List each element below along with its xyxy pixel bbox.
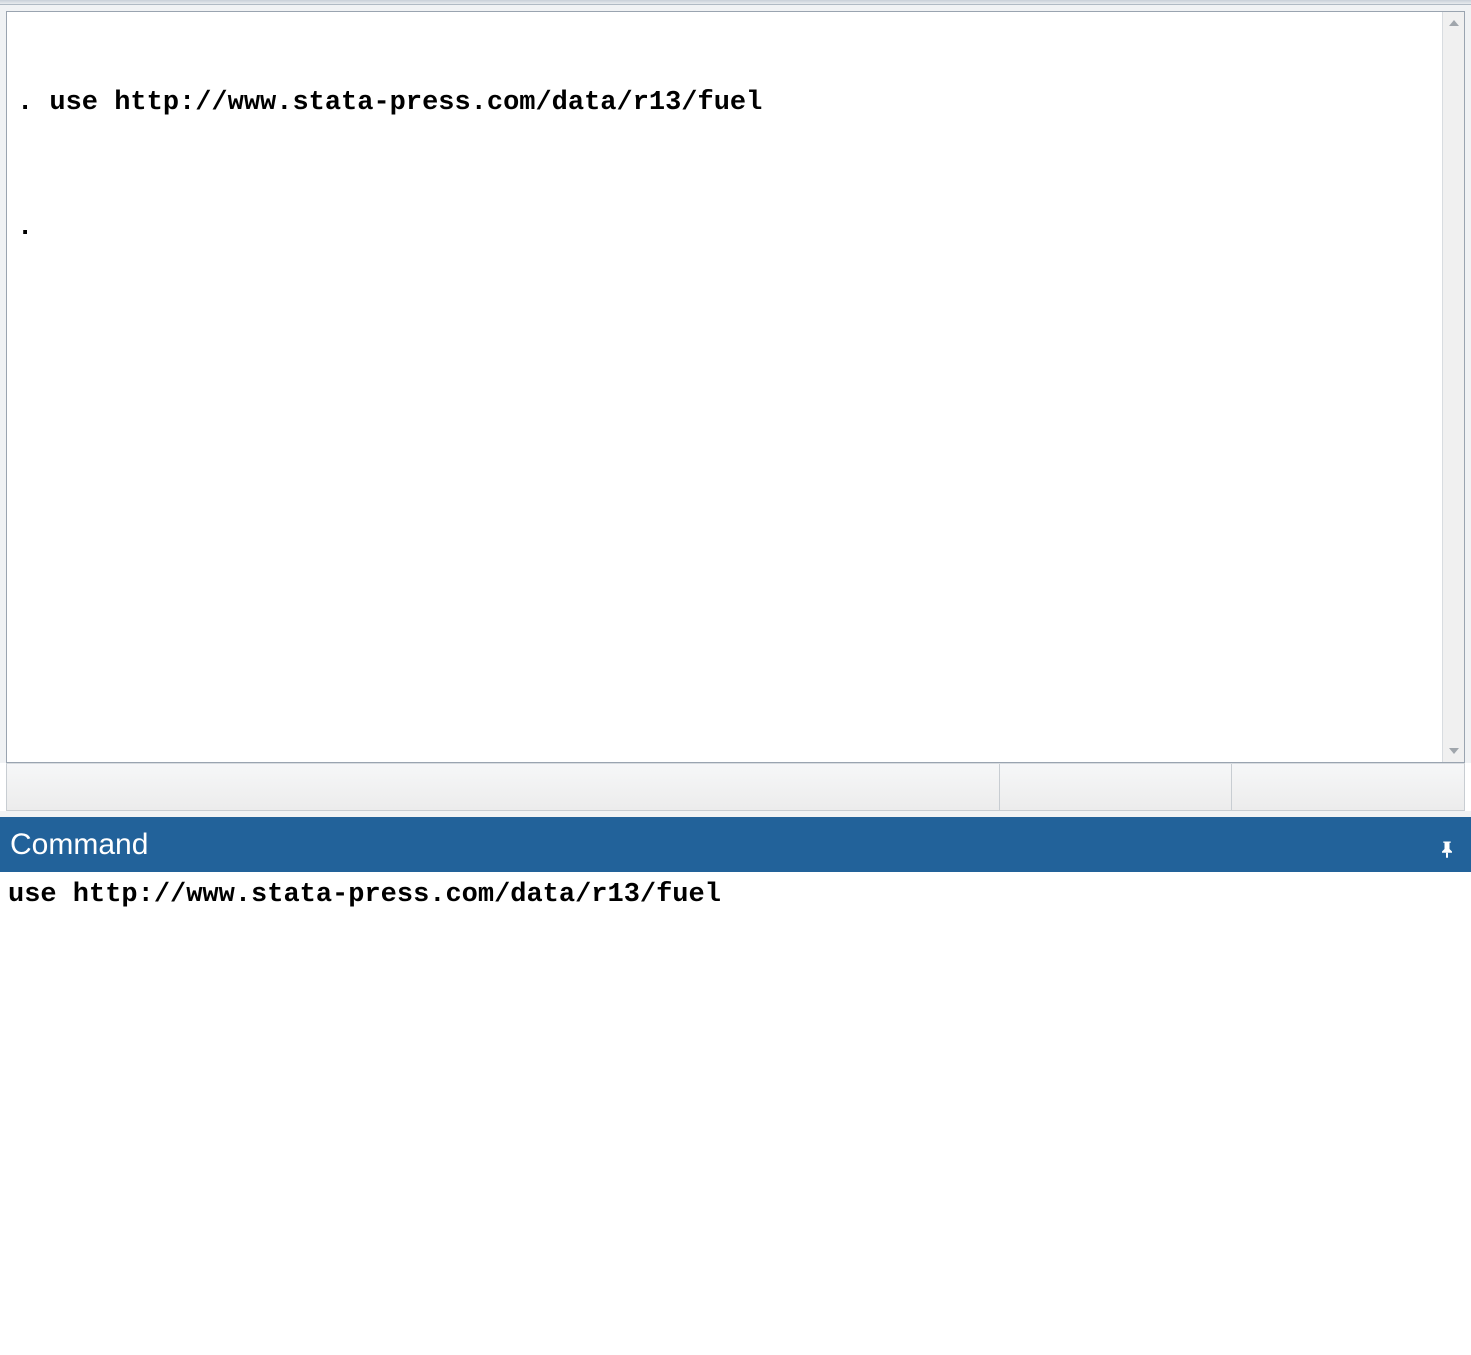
status-cell bbox=[1232, 764, 1464, 810]
pin-icon[interactable] bbox=[1437, 833, 1461, 857]
results-line: . use http://www.stata-press.com/data/r1… bbox=[17, 86, 1432, 121]
results-line: . bbox=[17, 211, 1432, 246]
status-cell bbox=[7, 764, 1000, 810]
status-bar bbox=[6, 763, 1465, 811]
results-content[interactable]: . use http://www.stata-press.com/data/r1… bbox=[7, 12, 1442, 762]
command-panel-header[interactable]: Command bbox=[0, 817, 1471, 872]
status-cell bbox=[1000, 764, 1232, 810]
results-panel: . use http://www.stata-press.com/data/r1… bbox=[6, 11, 1465, 763]
results-wrapper: . use http://www.stata-press.com/data/r1… bbox=[0, 5, 1471, 763]
results-scrollbar[interactable] bbox=[1442, 12, 1464, 762]
command-input[interactable] bbox=[8, 878, 1463, 1349]
command-input-area bbox=[0, 872, 1471, 1355]
scroll-down-icon[interactable] bbox=[1443, 740, 1464, 762]
scroll-up-icon[interactable] bbox=[1443, 12, 1464, 34]
command-panel-title: Command bbox=[10, 828, 1437, 862]
